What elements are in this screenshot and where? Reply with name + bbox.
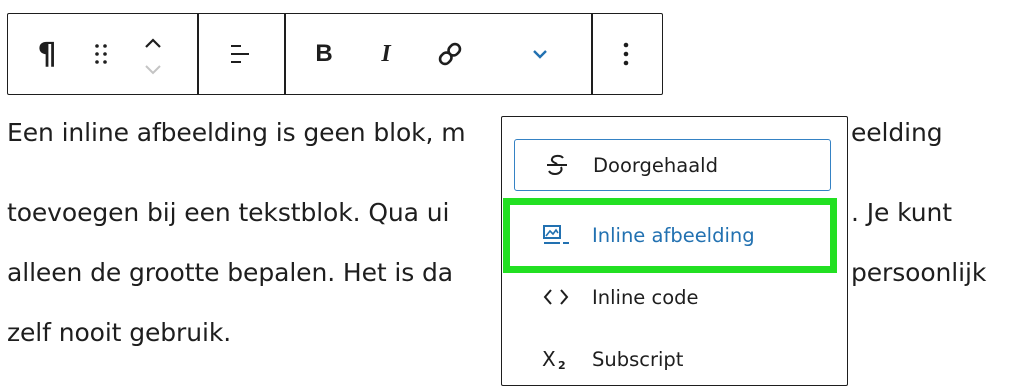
paragraph-line: persoonlijk	[851, 258, 987, 287]
paragraph-icon: ¶	[37, 36, 57, 72]
drag-handle-icon	[95, 44, 107, 64]
paragraph-line: eelding	[851, 118, 943, 147]
format-dropdown-menu: Doorgehaald Inline afbeelding Inline cod…	[501, 116, 848, 386]
code-icon	[540, 271, 572, 323]
menu-item-label: Doorgehaald	[593, 153, 718, 177]
paragraph-line: alleen de grootte bepalen. Het is da	[7, 258, 454, 287]
align-button[interactable]	[218, 24, 262, 84]
block-toolbar: ¶ B I	[7, 13, 663, 95]
menu-item-subscript[interactable]: X 2 Subscript	[514, 333, 831, 385]
menu-item-label: Inline afbeelding	[592, 223, 755, 247]
toolbar-divider	[197, 14, 199, 94]
toolbar-divider	[284, 14, 286, 94]
bold-button[interactable]: B	[304, 24, 344, 84]
menu-item-inline-code[interactable]: Inline code	[514, 271, 831, 323]
chevron-up-icon	[145, 38, 161, 48]
paragraph-line: toevoegen bij een tekstblok. Qua ui	[7, 198, 450, 227]
subscript-icon: X 2	[540, 333, 572, 385]
svg-text:2: 2	[558, 359, 566, 372]
move-down-button[interactable]	[138, 58, 168, 80]
bold-icon: B	[315, 40, 333, 67]
menu-item-label: Inline code	[592, 285, 699, 309]
more-vertical-icon	[623, 42, 629, 66]
more-formats-button[interactable]	[518, 24, 562, 84]
link-icon	[438, 42, 462, 66]
menu-item-inline-image[interactable]: Inline afbeelding	[514, 209, 831, 261]
menu-item-strikethrough[interactable]: Doorgehaald	[514, 139, 831, 191]
chevron-down-icon	[533, 50, 547, 59]
link-button[interactable]	[428, 24, 472, 84]
inline-image-icon	[540, 209, 572, 261]
menu-item-label: Subscript	[592, 347, 684, 371]
strikethrough-icon	[541, 140, 573, 190]
move-up-button[interactable]	[138, 30, 168, 56]
italic-icon: I	[381, 40, 391, 67]
paragraph-line: zelf nooit gebruik.	[7, 318, 232, 347]
drag-handle[interactable]	[86, 24, 116, 84]
align-left-icon	[231, 45, 249, 63]
toolbar-divider	[591, 14, 593, 94]
paragraph-line: Een inline afbeelding is geen blok, m	[7, 118, 466, 147]
italic-button[interactable]: I	[366, 24, 406, 84]
paragraph-block-button[interactable]: ¶	[30, 24, 64, 84]
svg-text:X: X	[542, 347, 556, 371]
chevron-down-icon	[145, 65, 161, 75]
paragraph-line: . Je kunt	[851, 198, 952, 227]
options-button[interactable]	[606, 24, 646, 84]
